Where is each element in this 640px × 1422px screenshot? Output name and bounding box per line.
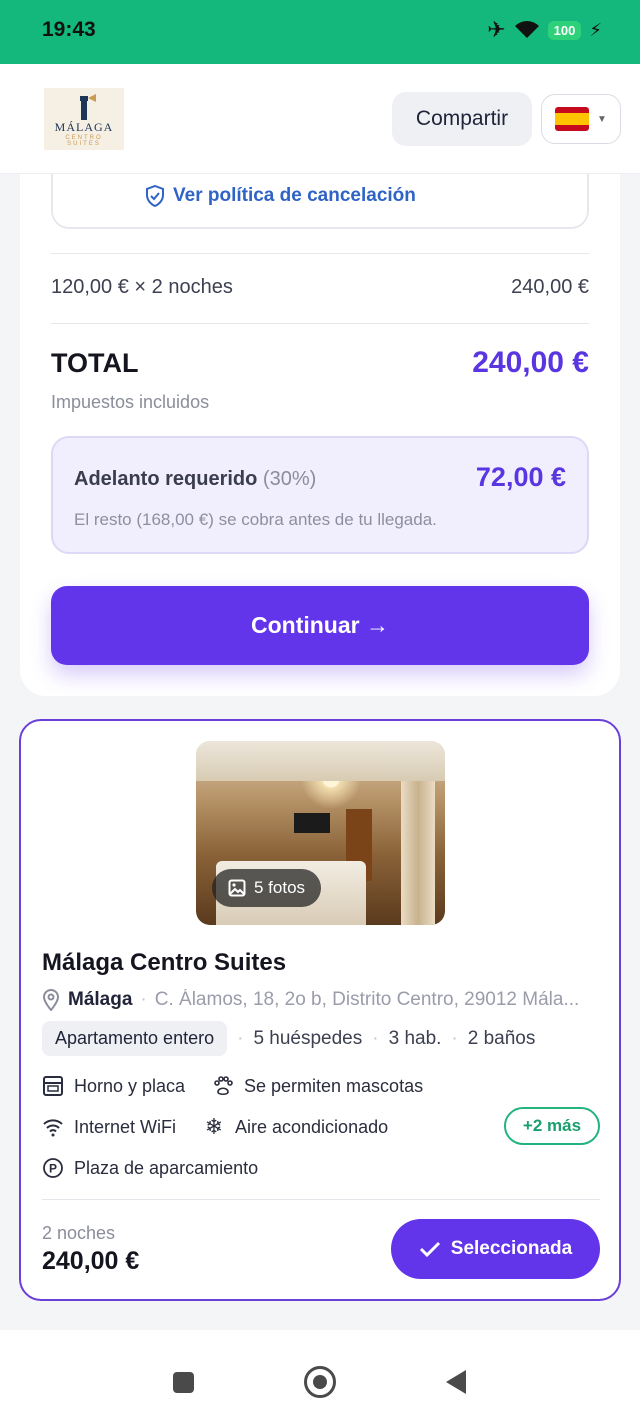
logo-sub-suites: SUITES (67, 141, 101, 147)
deposit-label: Adelanto requerido (30%) (74, 468, 316, 491)
status-time: 19:43 (42, 18, 96, 41)
amenity-pets: Se permiten mascotas (212, 1075, 423, 1097)
separator: · (451, 1027, 458, 1049)
divider (42, 1199, 600, 1200)
deposit-value: 72,00 € (475, 462, 566, 492)
check-icon (419, 1241, 440, 1258)
deposit-percent: (30%) (262, 468, 317, 490)
battery-level: 100 (547, 20, 582, 40)
cancellation-policy-link[interactable]: Ver política de cancelación (145, 185, 416, 207)
share-button[interactable]: Compartir (392, 92, 532, 146)
amenity-label: Internet WiFi (74, 1116, 177, 1137)
app-header: MÁLAGA CENTRO SUITES Compartir ▼ (0, 64, 640, 174)
continue-button[interactable]: Continuar → (51, 586, 589, 665)
photo-count-badge[interactable]: 5 fotos (212, 869, 322, 907)
paw-icon (212, 1075, 234, 1097)
total-label: TOTAL (51, 348, 139, 378)
apartment-title: Málaga Centro Suites (42, 949, 287, 976)
oven-icon (42, 1075, 64, 1097)
recents-icon[interactable] (173, 1372, 194, 1393)
back-icon[interactable] (446, 1370, 466, 1394)
status-bar: 19:43 ✈ 100 ⚡ (0, 0, 640, 64)
rooms-count: 3 hab. (388, 1027, 442, 1049)
separator: · (372, 1027, 379, 1049)
photo-count-label: 5 fotos (254, 878, 306, 897)
amenity-label: Horno y placa (74, 1075, 186, 1096)
hotel-logo[interactable]: MÁLAGA CENTRO SUITES (44, 88, 124, 150)
total-value: 240,00 € (472, 346, 589, 379)
logo-name: MÁLAGA (54, 120, 114, 134)
tax-note: Impuestos incluidos (51, 392, 210, 412)
nightly-line-value: 240,00 € (511, 276, 589, 298)
charging-icon: ⚡ (589, 19, 602, 40)
airplane-icon: ✈ (487, 17, 506, 42)
nights-label: 2 noches (42, 1223, 116, 1243)
photo-ceiling (196, 741, 445, 781)
system-nav-bar (0, 1330, 640, 1422)
more-amenities-button[interactable]: +2 más (504, 1107, 600, 1145)
image-icon (228, 879, 246, 897)
snowflake-icon: ❄ (204, 1114, 224, 1139)
apartment-card[interactable]: 5 fotos Málaga Centro Suites Málaga · C.… (19, 719, 621, 1301)
photo-curtain (401, 781, 435, 925)
parking-icon: P (42, 1157, 64, 1179)
apartment-type-tag: Apartamento entero (42, 1021, 228, 1056)
photo-tv (294, 813, 330, 833)
amenity-wifi: Internet WiFi (42, 1116, 176, 1138)
language-selector[interactable]: ▼ (541, 94, 621, 144)
cancellation-policy-label: Ver política de cancelación (173, 185, 416, 206)
deposit-box: Adelanto requerido (30%) 72,00 € El rest… (51, 436, 589, 554)
spain-flag-icon (555, 107, 590, 131)
amenity-label: Aire acondicionado (235, 1116, 389, 1137)
wifi-status-icon (514, 21, 539, 38)
booking-summary-card: Ver política de cancelación 120,00 € × 2… (20, 140, 620, 696)
amenity-ac: ❄ Aire acondicionado (203, 1114, 389, 1139)
selected-label: Seleccionada (450, 1238, 573, 1259)
nightly-line-label: 120,00 € × 2 noches (51, 276, 233, 298)
amenity-label: Se permiten mascotas (244, 1075, 424, 1096)
status-icons: ✈ 100 ⚡ (487, 17, 602, 43)
lighthouse-icon (80, 94, 96, 120)
divider (51, 253, 589, 254)
amenity-oven: Horno y placa (42, 1075, 185, 1097)
wifi-icon (42, 1116, 64, 1138)
meta-row: Apartamento entero · 5 huéspedes · 3 hab… (42, 1021, 535, 1056)
separator: · (237, 1027, 244, 1049)
amenity-parking: P Plaza de aparcamiento (42, 1157, 258, 1179)
svg-text:P: P (49, 1162, 57, 1176)
selected-button[interactable]: Seleccionada (391, 1219, 600, 1279)
shield-check-icon (146, 185, 164, 207)
location-pin-icon (42, 989, 60, 1011)
guests-count: 5 huéspedes (253, 1027, 363, 1049)
location-address: C. Álamos, 18, 2o b, Distrito Centro, 29… (154, 989, 580, 1010)
apartment-photo[interactable]: 5 fotos (196, 741, 445, 925)
divider (51, 323, 589, 324)
home-icon[interactable] (304, 1366, 336, 1398)
deposit-label-text: Adelanto requerido (74, 468, 258, 490)
chevron-down-icon: ▼ (597, 113, 607, 125)
location-row: Málaga · C. Álamos, 18, 2o b, Distrito C… (42, 989, 602, 1011)
deposit-note: El resto (168,00 €) se cobra antes de tu… (74, 510, 437, 529)
location-city: Málaga (68, 989, 133, 1010)
baths-count: 2 baños (467, 1027, 536, 1049)
amenity-label: Plaza de aparcamiento (74, 1157, 259, 1178)
separator: · (140, 989, 147, 1010)
apartment-price: 240,00 € (42, 1247, 140, 1275)
